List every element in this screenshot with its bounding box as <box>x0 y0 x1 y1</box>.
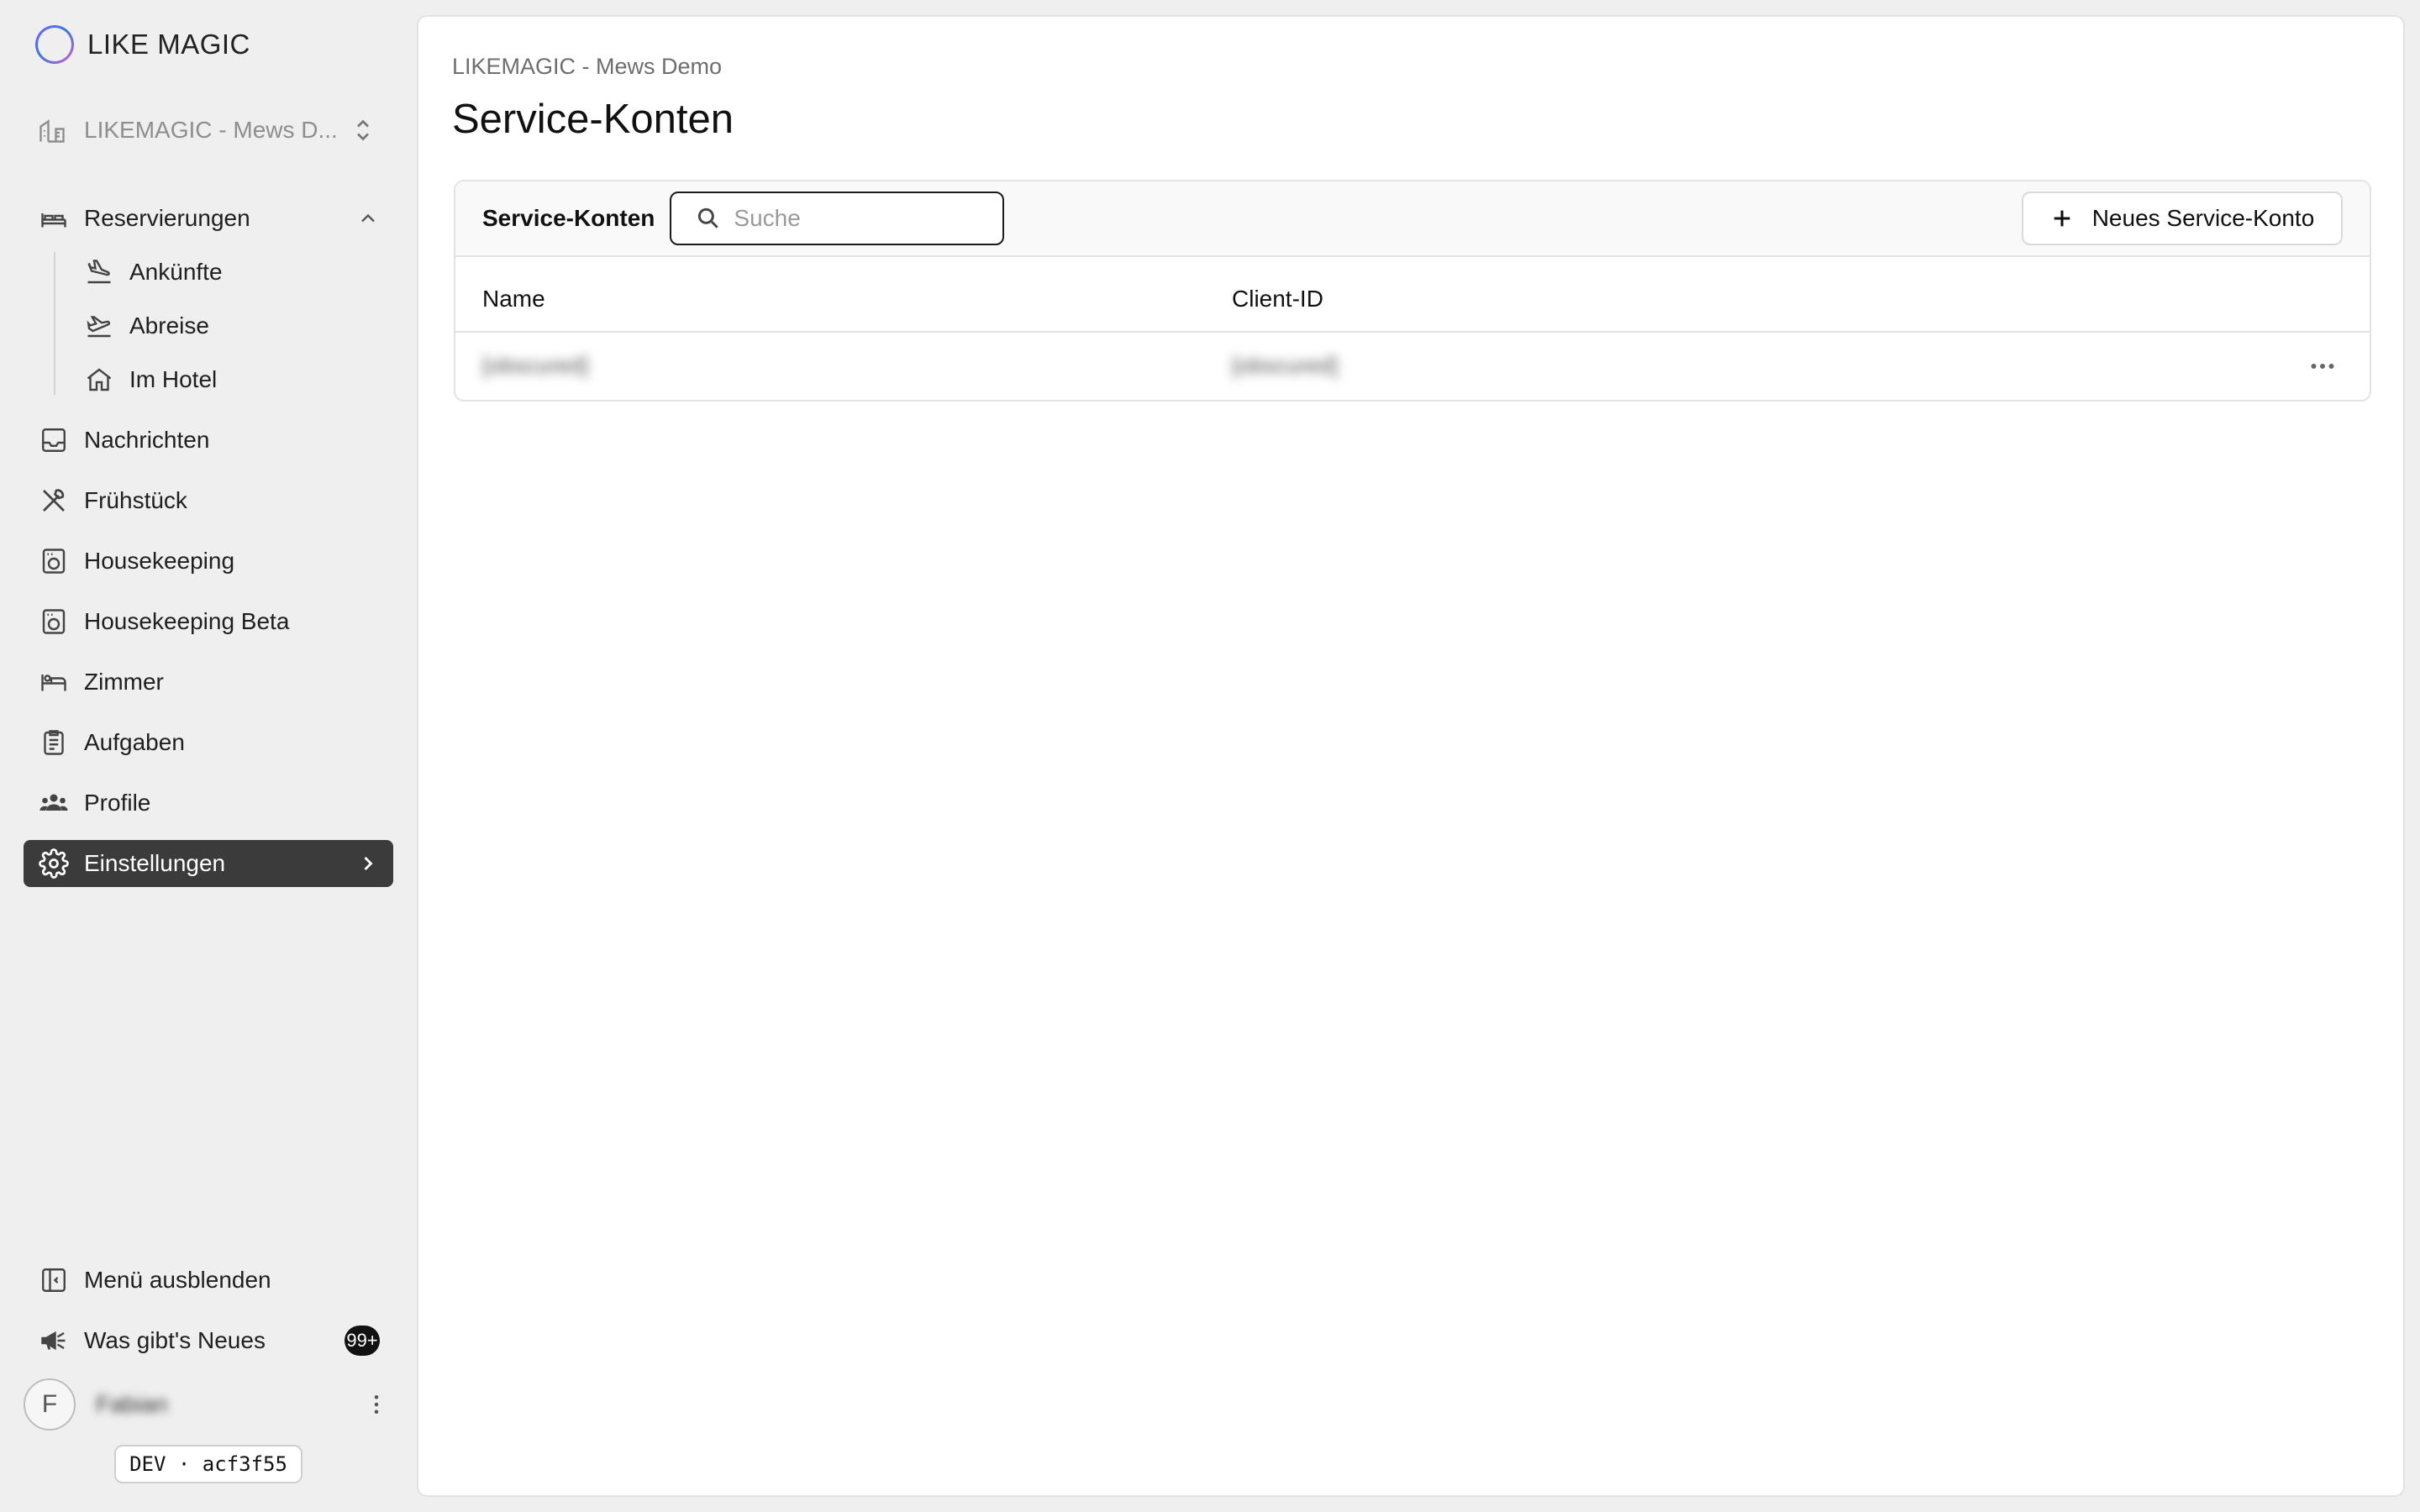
whats-new-button[interactable]: Was gibt's Neues 99+ <box>24 1317 393 1364</box>
column-header-client-id[interactable]: Client-ID <box>1232 286 1323 312</box>
notification-badge: 99+ <box>345 1326 380 1356</box>
home-icon <box>82 363 116 396</box>
sidebar-item-label: Abreise <box>129 312 209 339</box>
building-icon <box>35 113 69 147</box>
sidebar-item-label: Housekeeping <box>84 548 235 574</box>
search-box[interactable] <box>670 192 1005 245</box>
sidebar-item-housekeeping[interactable]: Housekeeping <box>24 538 393 585</box>
bed-single-icon <box>37 665 71 699</box>
clipboard-icon <box>37 726 71 759</box>
build-version-tag: DEV · acf3f55 <box>114 1445 302 1483</box>
sidebar-item-breakfast[interactable]: Frühstück <box>24 477 393 524</box>
sidebar-item-reservations[interactable]: Reservierungen <box>24 195 393 242</box>
users-icon <box>37 786 71 820</box>
sidebar-item-label: Frühstück <box>84 487 187 513</box>
washing-machine-icon <box>37 544 71 578</box>
new-service-account-label: Neues Service-Konto <box>2091 205 2315 231</box>
table-header: Name Client-ID <box>455 257 2370 333</box>
page-title: Service-Konten <box>452 97 734 142</box>
main-panel: LIKEMAGIC - Mews Demo Service-Konten Ser… <box>417 15 2405 1497</box>
plane-takeoff-icon <box>82 309 116 343</box>
table-toolbar: Service-Konten Neues Service-Konto <box>455 181 2370 257</box>
search-input[interactable] <box>734 205 986 232</box>
gear-icon <box>37 847 71 880</box>
toolbar-title: Service-Konten <box>482 205 655 231</box>
sidebar-item-departures[interactable]: Abreise <box>72 302 393 349</box>
sidebar-item-arrivals[interactable]: Ankünfte <box>72 249 393 296</box>
avatar[interactable]: F <box>24 1378 76 1431</box>
sidebar-item-label: Zimmer <box>84 669 164 695</box>
washing-machine-icon <box>37 605 71 638</box>
search-icon <box>695 205 722 232</box>
sidebar-collapse-icon <box>37 1263 71 1297</box>
more-options-icon[interactable] <box>2302 348 2343 385</box>
sidebar-item-label: Nachrichten <box>84 427 210 453</box>
sidebar-item-label: Aufgaben <box>84 729 185 755</box>
chevron-right-icon <box>351 847 385 880</box>
sidebar-item-housekeeping-beta[interactable]: Housekeeping Beta <box>24 598 393 645</box>
cell-client-id: [obscured] <box>1232 353 1339 378</box>
sidebar-item-label: Reservierungen <box>84 205 250 231</box>
brand-logo[interactable]: LIKE MAGIC <box>35 25 250 64</box>
sidebar-item-in-hotel[interactable]: Im Hotel <box>72 356 393 403</box>
utensils-icon <box>37 484 71 517</box>
breadcrumb[interactable]: LIKEMAGIC - Mews Demo <box>452 54 722 80</box>
sidebar-item-label: Einstellungen <box>84 850 226 876</box>
sidebar-item-settings[interactable]: Einstellungen <box>24 840 393 887</box>
sidebar: LIKE MAGIC LIKEMAGIC - Mews D... Reservi… <box>0 0 417 1512</box>
plane-landing-icon <box>82 255 116 289</box>
user-profile[interactable]: F Fabian <box>24 1378 393 1431</box>
sidebar-item-label: Housekeeping Beta <box>84 608 290 634</box>
plus-icon <box>2050 207 2074 230</box>
column-header-name[interactable]: Name <box>482 286 545 312</box>
bed-icon <box>37 202 71 235</box>
sidebar-item-messages[interactable]: Nachrichten <box>24 417 393 464</box>
inbox-icon <box>37 423 71 457</box>
chevron-up-down-icon <box>346 113 380 147</box>
kebab-vertical-icon[interactable] <box>360 1388 393 1421</box>
sidebar-item-tasks[interactable]: Aufgaben <box>24 719 393 766</box>
sidebar-item-label: Ankünfte <box>129 259 223 285</box>
megaphone-icon <box>37 1324 71 1357</box>
hide-menu-label: Menü ausblenden <box>84 1267 271 1293</box>
user-name: Fabian <box>96 1391 168 1417</box>
table-row[interactable]: [obscured] [obscured] <box>455 333 2370 400</box>
brand-name: LIKE MAGIC <box>87 29 250 60</box>
hide-menu-button[interactable]: Menü ausblenden <box>24 1257 393 1304</box>
service-accounts-table-card: Service-Konten Neues Service-Konto Name … <box>454 180 2371 402</box>
sidebar-item-label: Profile <box>84 790 151 816</box>
submenu-line <box>54 252 55 395</box>
sidebar-item-label: Im Hotel <box>129 366 218 392</box>
property-name: LIKEMAGIC - Mews D... <box>84 117 338 143</box>
chevron-up-icon[interactable] <box>351 202 385 235</box>
new-service-account-button[interactable]: Neues Service-Konto <box>2022 192 2343 245</box>
sidebar-item-rooms[interactable]: Zimmer <box>24 659 393 706</box>
cell-name: [obscured] <box>482 353 589 378</box>
property-switcher[interactable]: LIKEMAGIC - Mews D... <box>35 109 380 151</box>
sidebar-item-profiles[interactable]: Profile <box>24 780 393 827</box>
logo-ring-icon <box>35 25 74 64</box>
